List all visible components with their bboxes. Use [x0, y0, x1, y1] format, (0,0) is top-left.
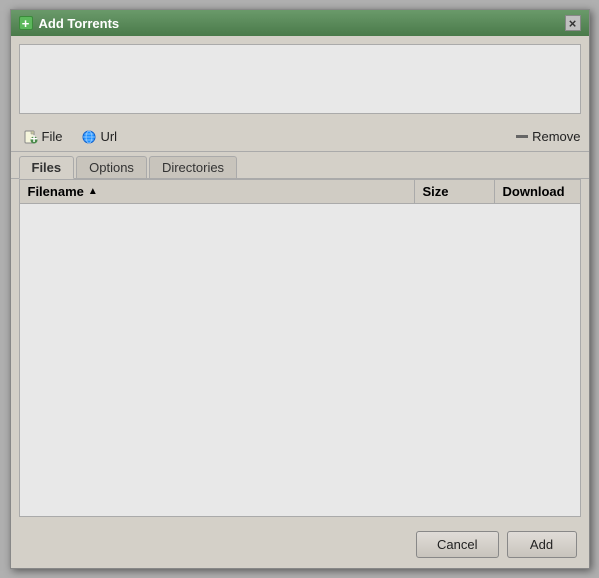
add-torrents-dialog: + Add Torrents × + File [10, 9, 590, 569]
add-torrent-title-icon: + [19, 16, 33, 30]
tab-files[interactable]: Files [19, 156, 75, 179]
sort-arrow-icon: ▲ [88, 186, 98, 197]
file-button[interactable]: + File [19, 126, 68, 147]
globe-icon [82, 130, 96, 144]
file-button-label: File [42, 129, 63, 144]
tab-options[interactable]: Options [76, 156, 147, 178]
table-body [20, 204, 580, 516]
dialog-title: Add Torrents [39, 16, 120, 31]
toolbar-left: + File Url [19, 126, 123, 147]
url-button[interactable]: Url [77, 126, 122, 147]
close-button[interactable]: × [565, 15, 581, 31]
url-button-label: Url [100, 129, 117, 144]
torrent-input-area[interactable] [19, 44, 581, 114]
bottom-bar: Cancel Add [11, 525, 589, 568]
table-header: Filename ▲ Size Download [20, 180, 580, 204]
cancel-button[interactable]: Cancel [416, 531, 498, 558]
col-filename-header[interactable]: Filename ▲ [20, 180, 415, 203]
col-size-header[interactable]: Size [415, 180, 495, 203]
svg-text:+: + [30, 131, 38, 144]
remove-icon [516, 135, 528, 138]
tab-directories[interactable]: Directories [149, 156, 237, 178]
remove-button[interactable]: Remove [516, 129, 580, 144]
file-icon: + [24, 130, 38, 144]
col-download-header[interactable]: Download [495, 180, 580, 203]
title-bar: + Add Torrents × [11, 10, 589, 36]
tabs-row: Files Options Directories [11, 152, 589, 179]
files-table: Filename ▲ Size Download [19, 179, 581, 517]
add-button[interactable]: Add [507, 531, 577, 558]
title-bar-left: + Add Torrents [19, 16, 120, 31]
toolbar: + File Url Remove [11, 122, 589, 152]
remove-button-label: Remove [532, 129, 580, 144]
